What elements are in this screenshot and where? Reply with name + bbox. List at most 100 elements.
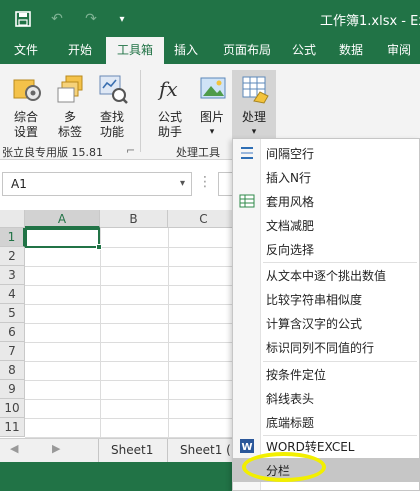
row-header[interactable]: 10 (0, 399, 25, 418)
menu-item-apply-style[interactable]: 套用风格 (233, 189, 419, 213)
tab-home[interactable]: 开始 (56, 37, 104, 64)
highlight-marker (242, 452, 326, 482)
settings-icon (12, 74, 42, 104)
settings-button-label: 综合 (13, 110, 38, 124)
find-button[interactable]: 查找 功能 (90, 70, 134, 142)
style-icon (239, 193, 255, 209)
interval-row-icon (239, 145, 255, 161)
row-header[interactable]: 4 (0, 285, 25, 304)
row-header[interactable]: 9 (0, 380, 25, 399)
menu-item-label: 从文本中逐个挑出数值 (266, 269, 387, 283)
svg-text:fx: fx (157, 77, 178, 101)
group-label-edition: 张立良专用版 15.81 (2, 146, 103, 159)
menu-item-locate-by-condition[interactable]: 按条件定位 (233, 362, 419, 386)
menu-item-invert-selection[interactable]: 反向选择 (233, 237, 419, 261)
sheet-tab[interactable]: Sheet1 ( (168, 439, 238, 462)
multi-tab-button-label-2: 标签 (57, 125, 82, 139)
menu-item-extract-numbers[interactable]: 从文本中逐个挑出数值 (233, 263, 419, 287)
name-box-value: A1 (11, 177, 27, 191)
tab-toolbox[interactable]: 工具箱 (106, 37, 164, 65)
tab-page-layout[interactable]: 页面布局 (214, 37, 280, 64)
save-icon[interactable] (12, 9, 34, 29)
multi-tab-button[interactable]: 多 标签 (48, 70, 92, 142)
process-dropdown-menu: 间隔空行 插入N行 套用风格 文档减肥 反向选择 从文本中逐个挑出数值 比较字符… (232, 138, 420, 491)
redo-icon[interactable]: ↷ (80, 9, 102, 29)
word-icon: W (239, 438, 255, 454)
title-bar: ↶ ↷ ▾ 工作簿1.xlsx - Ex (0, 0, 420, 37)
menu-item-mark-different-rows[interactable]: 标识同列不同值的行 (233, 335, 419, 359)
prev-sheet-icon[interactable]: ◀ (10, 442, 18, 455)
row-header[interactable]: 11 (0, 418, 25, 437)
grid-line (100, 228, 101, 438)
ribbon-tabs: 文件 开始 工具箱 插入 页面布局 公式 数据 审阅 (0, 37, 420, 65)
menu-item-label: 间隔空行 (266, 147, 315, 161)
fx-icon: fx (156, 74, 186, 104)
formula-assistant-label: 公式 (157, 110, 182, 124)
row-header[interactable]: 1 (0, 228, 25, 247)
find-icon (98, 74, 128, 104)
menu-item-slim-document[interactable]: 文档减肥 (233, 213, 419, 237)
more-icon[interactable]: ⋮ (198, 174, 212, 194)
menu-item-label: 标识同列不同值的行 (266, 341, 375, 355)
menu-item-bottom-title[interactable]: 底端标题 (233, 410, 419, 434)
next-sheet-icon[interactable]: ▶ (52, 442, 60, 455)
picture-button-label: 图片 (199, 110, 224, 124)
tab-review[interactable]: 审阅 (378, 37, 420, 64)
menu-item-label: 反向选择 (266, 243, 315, 257)
menu-item-interval-rows[interactable]: 间隔空行 (233, 141, 419, 165)
menu-item-label: 插入N行 (266, 171, 311, 185)
row-header[interactable]: 7 (0, 342, 25, 361)
find-button-label-2: 功能 (99, 125, 124, 139)
menu-item-label: 斜线表头 (266, 392, 315, 406)
undo-icon[interactable]: ↶ (46, 9, 68, 29)
formula-assistant-button[interactable]: fx 公式 助手 (148, 70, 192, 142)
column-header-b[interactable]: B (100, 210, 168, 228)
active-cell[interactable] (25, 228, 102, 250)
group-separator (140, 70, 141, 152)
menu-item-label: 按条件定位 (266, 368, 327, 382)
menu-item-string-similarity[interactable]: 比较字符串相似度 (233, 287, 419, 311)
menu-item-label: 套用风格 (266, 195, 315, 209)
column-header-c[interactable]: C (168, 210, 240, 228)
process-icon (240, 74, 270, 104)
multi-tab-icon (56, 74, 86, 104)
picture-button[interactable]: 图片 ▾ (190, 70, 234, 142)
menu-item-label: 文档减肥 (266, 219, 315, 233)
menu-item-label: 比较字符串相似度 (266, 293, 363, 307)
menu-item-diagonal-header[interactable]: 斜线表头 (233, 386, 419, 410)
menu-item-label: 底端标题 (266, 416, 315, 430)
sheet-tab[interactable]: Sheet1 (98, 439, 168, 462)
name-box[interactable]: A1 ▾ (2, 172, 192, 196)
row-header[interactable]: 3 (0, 266, 25, 285)
svg-text:W: W (242, 442, 253, 453)
chevron-down-icon[interactable]: ▾ (180, 178, 185, 189)
process-button-label: 处理 (241, 110, 266, 124)
group-launcher-icon[interactable]: ⌐ (126, 144, 135, 157)
column-header-a[interactable]: A (25, 210, 100, 228)
menu-item-label: 计算含汉字的公式 (266, 317, 363, 331)
row-header[interactable]: 2 (0, 247, 25, 266)
menu-item-insert-n-rows[interactable]: 插入N行 (233, 165, 419, 189)
grid-line (168, 228, 169, 438)
tab-insert[interactable]: 插入 (166, 37, 206, 64)
picture-dropdown-arrow: ▾ (209, 127, 215, 137)
multi-tab-button-label: 多 (63, 110, 76, 124)
tab-formulas[interactable]: 公式 (284, 37, 324, 64)
tab-file[interactable]: 文件 (0, 37, 52, 64)
settings-button-label-2: 设置 (13, 125, 38, 139)
window-title: 工作簿1.xlsx - Ex (320, 14, 420, 29)
menu-item-chinese-formula[interactable]: 计算含汉字的公式 (233, 311, 419, 335)
row-header[interactable]: 8 (0, 361, 25, 380)
tab-data[interactable]: 数据 (330, 37, 372, 64)
settings-button[interactable]: 综合 设置 (4, 70, 48, 142)
process-button[interactable]: 处理 ▾ (232, 70, 276, 142)
picture-icon (198, 74, 228, 104)
fill-handle[interactable] (96, 244, 102, 250)
group-label-process-tools: 处理工具 (176, 146, 220, 159)
formula-assistant-label-2: 助手 (157, 125, 182, 139)
row-header[interactable]: 6 (0, 323, 25, 342)
find-button-label: 查找 (99, 110, 124, 124)
row-header[interactable]: 5 (0, 304, 25, 323)
select-all-corner[interactable] (0, 210, 25, 228)
customize-quick-access-icon[interactable]: ▾ (114, 9, 130, 29)
